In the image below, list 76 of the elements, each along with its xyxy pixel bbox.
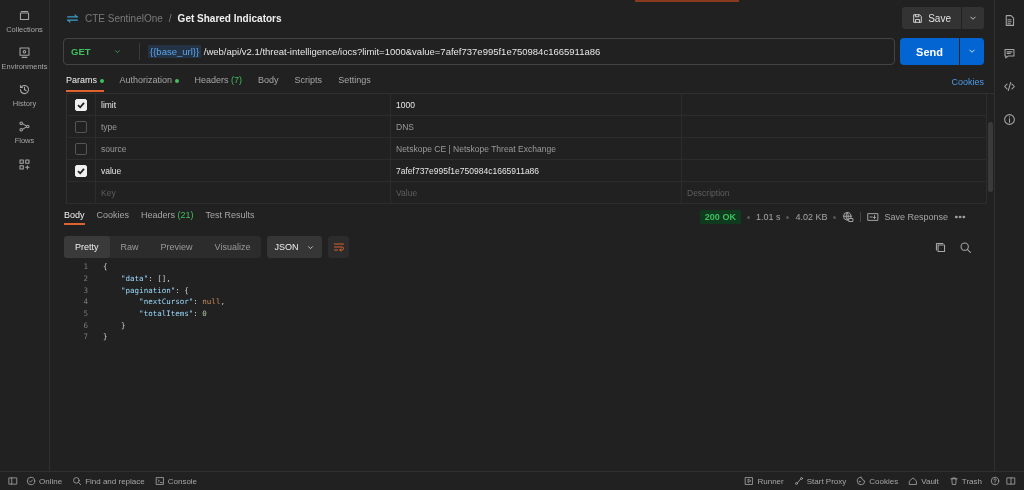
method-select[interactable]: GET xyxy=(64,43,140,60)
status-bar-item[interactable]: Vault xyxy=(906,476,941,486)
two-pane-icon[interactable] xyxy=(1006,476,1016,486)
environments-icon xyxy=(18,46,31,59)
response-time: 1.01 s xyxy=(755,212,781,222)
request-tab[interactable]: Body xyxy=(258,75,279,92)
breadcrumb-separator: / xyxy=(168,12,172,24)
request-tab[interactable]: Headers (7) xyxy=(194,75,243,92)
cookies-link[interactable]: Cookies xyxy=(951,77,984,92)
request-tab[interactable]: Settings xyxy=(338,75,371,92)
status-bar-item[interactable]: Online xyxy=(24,476,65,486)
url-field[interactable]: GET {{base_url}} /web/api/v2.1/threat-intelligence/iocs?limit=1000&value=7afef737e995f1e750984c1665911a86 xyxy=(63,38,896,65)
history-icon xyxy=(18,83,31,96)
runner-icon xyxy=(744,476,755,486)
globe-lock-icon[interactable] xyxy=(842,211,855,223)
status-bar-item[interactable]: Cookies xyxy=(854,476,901,486)
checkbox[interactable] xyxy=(75,120,87,133)
status-bar-item[interactable]: Trash xyxy=(946,476,984,486)
comment-icon[interactable] xyxy=(1003,47,1016,60)
param-value: Netskope CE | Netskope Threat Exchange xyxy=(396,143,556,154)
scrollbar-thumb[interactable] xyxy=(988,122,993,192)
status-bar-item[interactable]: Start Proxy xyxy=(791,476,849,486)
code-icon[interactable] xyxy=(1003,80,1016,93)
response-tab[interactable]: Body xyxy=(64,209,85,225)
request-title: Get Shared Indicators xyxy=(177,12,282,24)
param-key: source xyxy=(101,143,127,154)
cookies-icon xyxy=(856,476,867,486)
url-text: {{base_url}} /web/api/v2.1/threat-intelligence/iocs?limit=1000&value=7afef737e995f1e750984c1665911a86 xyxy=(147,46,601,57)
status-bar-item[interactable]: Runner xyxy=(742,476,786,486)
checkbox[interactable] xyxy=(75,142,87,155)
wrap-lines-icon xyxy=(332,241,345,253)
help-icon[interactable] xyxy=(990,476,1000,486)
request-tab[interactable]: Scripts xyxy=(294,75,323,92)
trash-icon xyxy=(948,476,959,486)
proxy-icon xyxy=(793,476,804,486)
request-tab[interactable]: Params xyxy=(66,75,104,92)
sidebar-toggle-icon[interactable] xyxy=(8,476,18,486)
http-icon xyxy=(66,11,79,25)
chevron-down-icon xyxy=(968,13,978,23)
collection-breadcrumb[interactable]: CTE SentinelOne xyxy=(85,12,163,24)
request-tab[interactable]: Authorization xyxy=(119,75,179,92)
flows-icon xyxy=(18,120,31,133)
view-mode-button[interactable]: Raw xyxy=(109,236,150,258)
status-bar-item[interactable]: Find and replace xyxy=(70,476,147,486)
status-badge: 200 OK xyxy=(699,210,741,224)
status-bar-item[interactable]: Console xyxy=(152,476,200,486)
response-tab[interactable]: Cookies xyxy=(96,209,130,225)
send-button[interactable]: Send xyxy=(900,38,959,65)
copy-icon[interactable] xyxy=(934,240,947,254)
add-widget-icon[interactable] xyxy=(18,158,31,171)
search-icon[interactable] xyxy=(959,240,972,254)
save-response-icon xyxy=(867,211,880,223)
response-tab[interactable]: Test Results xyxy=(205,209,255,225)
param-value: DNS xyxy=(396,121,414,132)
document-icon[interactable] xyxy=(1003,14,1016,27)
format-dropdown[interactable]: JSON xyxy=(267,236,323,258)
view-mode-button[interactable]: Pretty xyxy=(64,236,110,258)
info-icon[interactable] xyxy=(1003,113,1016,126)
view-mode-button[interactable]: Visualize xyxy=(203,236,262,258)
online-icon xyxy=(26,476,36,486)
param-value: 1000 xyxy=(396,99,415,110)
find-icon xyxy=(72,476,83,486)
param-key: limit xyxy=(101,99,117,110)
save-response-button[interactable]: Save Response xyxy=(867,211,948,223)
param-key: value xyxy=(101,165,122,176)
save-button[interactable]: Save xyxy=(902,7,961,29)
collections-icon xyxy=(18,9,31,22)
view-mode-button[interactable]: Preview xyxy=(149,236,204,258)
console-icon xyxy=(154,476,165,486)
response-size: 4.02 KB xyxy=(795,212,828,222)
chevron-down-icon xyxy=(112,47,122,56)
save-icon xyxy=(912,12,924,24)
param-value: 7afef737e995f1e750984c1665911a86 xyxy=(396,165,540,176)
vault-icon xyxy=(908,476,919,486)
param-key: type xyxy=(101,121,118,132)
response-tab[interactable]: Headers (21) xyxy=(141,209,194,225)
